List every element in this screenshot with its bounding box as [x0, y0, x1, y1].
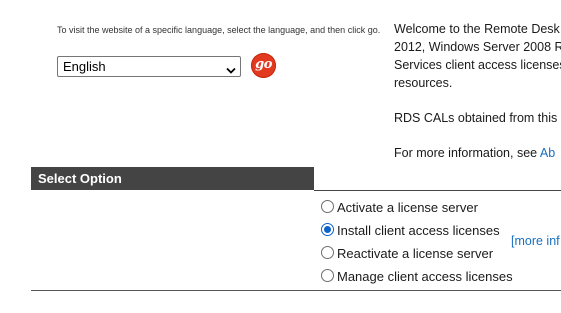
radio-label: Install client access licenses [337, 223, 500, 238]
go-button-label: go [255, 57, 272, 72]
go-button[interactable]: go [251, 53, 276, 78]
radio-install-client-access-licenses[interactable]: Install client access licenses [321, 222, 500, 240]
divider [314, 190, 561, 191]
radio-button[interactable] [321, 246, 334, 259]
radio-button[interactable] [321, 200, 334, 213]
language-select-value: English [63, 59, 106, 74]
radio-label: Reactivate a license server [337, 246, 494, 261]
radio-label: Activate a license server [337, 200, 478, 215]
more-information-prefix: For more information, see [394, 146, 540, 160]
rds-text: RDS CALs obtained from this [394, 111, 558, 125]
radio-label: Manage client access licenses [337, 269, 513, 284]
chevron-down-icon [226, 62, 236, 80]
radio-activate-license-server[interactable]: Activate a license server [321, 199, 478, 217]
more-information-text: For more information, see Ab [394, 144, 561, 162]
radio-button[interactable] [321, 269, 334, 282]
welcome-text: Welcome to the Remote Desk 2012, Windows… [394, 20, 561, 162]
radio-manage-client-access-licenses[interactable]: Manage client access licenses [321, 268, 513, 286]
divider [31, 290, 561, 291]
language-instructions: To visit the website of a specific langu… [57, 25, 381, 35]
welcome-line: resources. [394, 76, 453, 90]
radio-button[interactable] [321, 223, 334, 236]
language-select[interactable]: English [57, 56, 241, 77]
welcome-line: Services client access licenses [394, 58, 561, 72]
radio-reactivate-license-server[interactable]: Reactivate a license server [321, 245, 493, 263]
welcome-line: Welcome to the Remote Desk [394, 22, 560, 36]
select-option-header: Select Option [31, 167, 314, 190]
about-link[interactable]: Ab [540, 146, 555, 160]
welcome-line: 2012, Windows Server 2008 R [394, 40, 561, 54]
more-info-link[interactable]: [more inf [511, 234, 560, 248]
